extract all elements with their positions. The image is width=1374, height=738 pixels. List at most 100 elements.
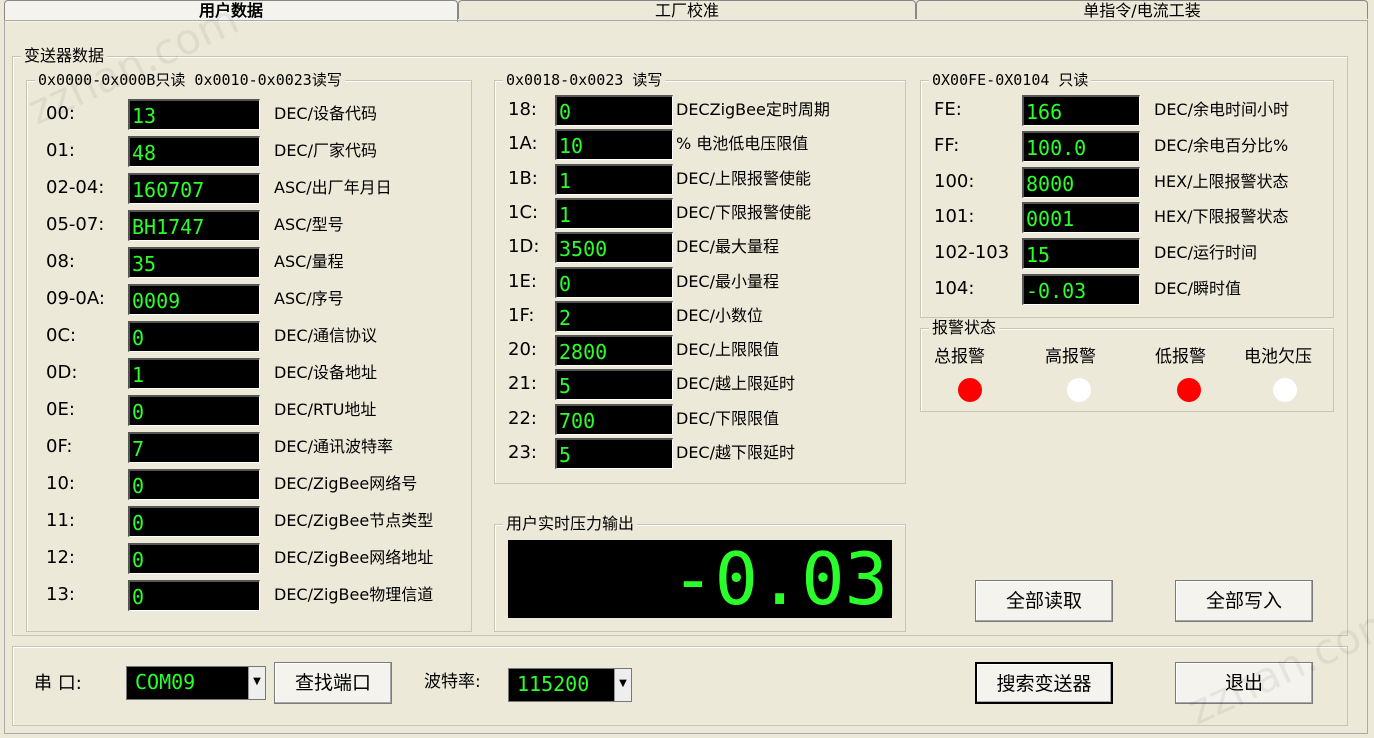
register-row-value-field[interactable]: 15 — [1022, 238, 1140, 270]
register-row-address-label: FF: — [934, 134, 960, 156]
alarm-indicator-label: 低报警 — [1155, 347, 1206, 367]
register-row-value-field[interactable]: 0 — [128, 506, 260, 537]
register-row-value-field[interactable]: 160707 — [128, 173, 260, 204]
register-row-value-field[interactable]: 0 — [555, 95, 673, 126]
register-row-address-label: 12: — [46, 547, 75, 568]
register-row-address-label: 01: — [46, 140, 75, 161]
register-row-description: DEC/RTU地址 — [274, 400, 377, 419]
write-all-button[interactable]: 全部写入 — [1175, 580, 1313, 622]
baud-rate-select[interactable]: 115200 ▼ — [508, 668, 632, 702]
tab-single-command[interactable]: 单指令/电流工装 — [916, 0, 1368, 20]
register-row-address-label: 1D: — [508, 236, 540, 258]
register-row-value-field[interactable]: 0 — [128, 580, 260, 611]
register-row-description: DEC/余电百分比% — [1154, 135, 1289, 155]
register-row-value-field[interactable]: 0 — [128, 543, 260, 574]
register-row-description: DEC/下限报警使能 — [676, 202, 811, 222]
register-row-address-label: 102-103 — [934, 242, 1010, 264]
register-row-value-field[interactable]: 0001 — [1022, 202, 1140, 234]
register-row-description: ASC/型号 — [274, 215, 344, 234]
register-row-address-label: 104: — [934, 278, 975, 299]
baud-rate-label: 波特率: — [424, 672, 481, 692]
register-row-description: DEC/小数位 — [676, 305, 763, 325]
register-row-value-field[interactable]: BH1747 — [128, 210, 260, 241]
register-row-value-field[interactable]: 0 — [555, 266, 673, 298]
register-row-address-label: 1B: — [508, 167, 538, 189]
find-port-button[interactable]: 查找端口 — [274, 662, 392, 704]
register-row-description: DEC/越下限延时 — [676, 443, 795, 462]
register-row-description: HEX/上限报警状态 — [1154, 171, 1289, 191]
register-row-description: DEC/瞬时值 — [1154, 279, 1241, 298]
register-row-address-label: 0E: — [46, 399, 75, 420]
register-row-address-label: 1F: — [508, 304, 535, 326]
register-row-value-field[interactable]: 35 — [128, 247, 260, 278]
realtime-output-title: 用户实时压力输出 — [503, 514, 638, 534]
register-row-description: DEC/ZigBee网络地址 — [274, 548, 434, 567]
register-row-value-field[interactable]: -0.03 — [1022, 274, 1140, 305]
register-row-description: DEC/ZigBee节点类型 — [274, 511, 434, 530]
register-row-value-field[interactable]: 0 — [128, 469, 260, 500]
alarm-indicator-light — [1067, 378, 1091, 402]
tab-user-data[interactable]: 用户数据 — [4, 0, 458, 22]
register-row-address-label: 23: — [508, 442, 537, 463]
register-row-value-field[interactable]: 166 — [1022, 95, 1140, 126]
register-row-address-label: 22: — [508, 407, 537, 429]
alarm-indicator-label: 电池欠压 — [1244, 347, 1312, 367]
register-row-description: ASC/序号 — [274, 289, 344, 308]
register-row-address-label: 100: — [934, 170, 975, 192]
chevron-down-icon[interactable]: ▼ — [614, 669, 631, 701]
register-row-address-label: 00: — [46, 103, 75, 124]
search-transmitter-button[interactable]: 搜索变送器 — [975, 662, 1113, 704]
register-row-value-field[interactable]: 3500 — [555, 232, 673, 264]
register-row-address-label: 0D: — [46, 362, 78, 383]
register-row-address-label: 0C: — [46, 325, 77, 346]
register-row-address-label: 02-04: — [46, 177, 105, 198]
register-row-value-field[interactable]: 5 — [555, 438, 673, 469]
register-group-2-title: 0x0018-0x0023 读写 — [503, 70, 666, 90]
register-row-value-field[interactable]: 8000 — [1022, 166, 1140, 198]
register-row-address-label: 09-0A: — [46, 288, 105, 309]
alarm-status-title: 报警状态 — [929, 318, 1000, 338]
register-row-description: DEC/通信协议 — [274, 326, 377, 345]
register-row-value-field[interactable]: 13 — [128, 99, 260, 130]
tab-factory-calibration[interactable]: 工厂校准 — [458, 0, 916, 20]
register-row-address-label: 0F: — [46, 436, 73, 457]
alarm-indicator-light — [1177, 378, 1201, 402]
register-row-value-field[interactable]: 2800 — [555, 335, 673, 367]
register-row-address-label: 08: — [46, 251, 75, 272]
register-row-description: DEC/最小量程 — [676, 271, 779, 291]
register-row-value-field[interactable]: 100.0 — [1022, 130, 1140, 162]
register-row-address-label: 21: — [508, 373, 537, 395]
register-row-value-field[interactable]: 48 — [128, 136, 260, 167]
chevron-down-icon[interactable]: ▼ — [248, 667, 265, 699]
register-row-value-field[interactable]: 1 — [555, 197, 673, 229]
register-row-description: DEC/设备地址 — [274, 363, 377, 382]
register-row-value-field[interactable]: 10 — [555, 129, 673, 161]
register-row-value-field[interactable]: 0 — [128, 395, 260, 426]
serial-port-select[interactable]: COM09 ▼ — [126, 666, 266, 700]
realtime-output-display: -0.03 — [508, 540, 892, 618]
exit-button[interactable]: 退出 — [1175, 662, 1313, 704]
register-row-description: DEC/下限限值 — [676, 408, 779, 428]
register-row-address-label: 1C: — [508, 201, 539, 223]
register-row-value-field[interactable]: 1 — [555, 163, 673, 195]
register-row-value-field[interactable]: 2 — [555, 300, 673, 332]
register-row-description: DECZigBee定时周期 — [676, 100, 830, 119]
register-row-description: HEX/下限报警状态 — [1154, 207, 1289, 227]
register-row-address-label: 05-07: — [46, 214, 105, 235]
read-all-button[interactable]: 全部读取 — [975, 580, 1113, 622]
register-row-address-label: 20: — [508, 339, 537, 361]
register-row-description: DEC/运行时间 — [1154, 243, 1257, 263]
register-row-address-label: 101: — [934, 206, 975, 228]
register-row-description: ASC/量程 — [274, 252, 344, 271]
register-row-value-field[interactable]: 5 — [555, 369, 673, 401]
register-row-value-field[interactable]: 1 — [128, 358, 260, 389]
register-row-value-field[interactable]: 700 — [555, 403, 673, 435]
register-row-value-field[interactable]: 0009 — [128, 284, 260, 315]
alarm-indicator-label: 总报警 — [934, 347, 985, 367]
register-row-description: DEC/最大量程 — [676, 237, 779, 257]
alarm-indicator-label: 高报警 — [1045, 347, 1096, 367]
transmitter-group-title: 变送器数据 — [21, 46, 108, 66]
register-row-value-field[interactable]: 0 — [128, 321, 260, 352]
alarm-indicator-light — [958, 378, 982, 402]
register-row-value-field[interactable]: 7 — [128, 432, 260, 463]
